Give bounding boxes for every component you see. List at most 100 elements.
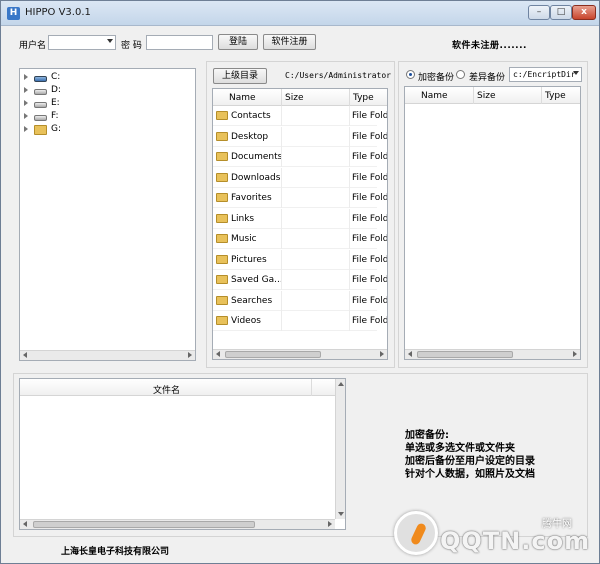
file-name: Desktop — [231, 131, 269, 142]
file-row[interactable]: Music File Folder — [213, 229, 387, 249]
scroll-thumb[interactable] — [33, 521, 255, 528]
app-icon: H — [7, 7, 20, 20]
drive-icon — [34, 89, 47, 95]
drive-tree[interactable]: C: D: E: F: G: — [19, 68, 196, 361]
column-header-name[interactable]: Name — [229, 93, 256, 103]
scroll-right-icon[interactable] — [573, 351, 577, 357]
scroll-right-icon[interactable] — [328, 521, 332, 527]
file-type: File Folder — [352, 172, 388, 183]
scroll-up-icon[interactable] — [338, 382, 344, 386]
selected-files-list[interactable]: 文件名 — [19, 378, 346, 530]
file-row[interactable]: Desktop File Folder — [213, 126, 387, 147]
column-divider — [349, 167, 350, 188]
file-name: Favorites — [231, 193, 272, 203]
column-header-type[interactable]: Type — [353, 93, 374, 103]
scroll-down-icon[interactable] — [338, 512, 344, 516]
window-title: HIPPO V3.0.1 — [25, 7, 91, 18]
target-dir-combo[interactable]: c:/EncriptDir — [509, 67, 582, 82]
scroll-left-icon[interactable] — [408, 351, 412, 357]
registration-status: 软件未注册....... — [452, 41, 527, 51]
scroll-left-icon[interactable] — [216, 351, 220, 357]
scroll-left-icon[interactable] — [23, 521, 27, 527]
folder-icon — [216, 193, 228, 202]
file-name: Links — [231, 213, 255, 224]
column-header-size[interactable]: Size — [285, 93, 303, 103]
scroll-right-icon[interactable] — [380, 351, 384, 357]
drive-icon — [34, 115, 47, 121]
folder-icon — [216, 131, 228, 141]
username-combo[interactable] — [48, 35, 116, 50]
file-type: File Folder — [352, 131, 388, 142]
scroll-thumb[interactable] — [417, 351, 513, 358]
file-name: Searches — [231, 295, 273, 306]
expand-arrow-icon — [24, 126, 28, 132]
folder-icon — [216, 234, 228, 243]
drive-label: F: — [51, 111, 59, 121]
current-path: C:/Users/Administrator — [285, 71, 391, 80]
maximize-button[interactable]: □ — [550, 5, 572, 20]
file-row[interactable]: Pictures File Folder — [213, 249, 387, 270]
watermark-logo-icon — [394, 511, 438, 555]
selected-files-hscrollbar[interactable] — [20, 519, 335, 529]
column-divider — [281, 229, 282, 249]
column-header-filename[interactable]: 文件名 — [153, 383, 180, 396]
folder-icon — [216, 213, 228, 223]
column-divider — [349, 270, 350, 290]
expand-arrow-icon — [24, 74, 28, 80]
file-row[interactable]: Favorites File Folder — [213, 188, 387, 208]
column-divider — [349, 106, 350, 126]
up-directory-button[interactable]: 上级目录 — [213, 68, 267, 84]
column-divider — [349, 208, 350, 229]
drive-label: G: — [51, 124, 62, 134]
file-name: Videos — [231, 316, 261, 326]
column-header-name[interactable]: Name — [421, 91, 448, 101]
file-name: Documents — [231, 152, 283, 162]
file-row[interactable]: Downloads File Folder — [213, 167, 387, 188]
watermark: QQTN.com 腾牛网 — [394, 511, 594, 561]
info-line: 加密后备份至用户设定的目录 — [405, 456, 535, 467]
file-row[interactable]: Searches File Folder — [213, 290, 387, 311]
register-button[interactable]: 软件注册 — [263, 34, 316, 50]
column-header-type[interactable]: Type — [545, 91, 566, 101]
file-list[interactable]: Name Size Type ContactsFile FolderDeskto… — [212, 88, 388, 360]
folder-icon — [216, 111, 228, 120]
column-divider — [281, 106, 282, 126]
username-label: 用户名 — [19, 41, 47, 51]
file-type: File Folder — [352, 111, 388, 121]
scroll-left-icon[interactable] — [23, 352, 27, 358]
login-button[interactable]: 登陆 — [218, 34, 258, 50]
close-button[interactable]: x — [572, 5, 596, 20]
file-list-hscrollbar[interactable] — [213, 349, 387, 359]
scroll-right-icon[interactable] — [188, 352, 192, 358]
column-divider — [349, 147, 350, 167]
password-input[interactable] — [146, 35, 213, 50]
minimize-button[interactable]: – — [528, 5, 550, 20]
column-header-size[interactable]: Size — [477, 91, 495, 101]
backup-list[interactable]: Name Size Type — [404, 86, 581, 360]
file-row[interactable]: Documents File Folder — [213, 147, 387, 167]
radio-diff-backup[interactable] — [456, 70, 465, 79]
radio-encrypt-backup[interactable] — [406, 70, 415, 79]
file-row[interactable]: Contacts File Folder — [213, 106, 387, 126]
drive-label: D: — [51, 85, 61, 95]
tree-hscrollbar[interactable] — [20, 350, 195, 360]
file-row[interactable]: Saved Ga... File Folder — [213, 270, 387, 290]
selected-files-vscrollbar[interactable] — [335, 379, 345, 519]
folder-icon — [216, 172, 228, 182]
file-name: Downloads — [231, 172, 281, 183]
file-name: Saved Ga... — [231, 275, 283, 285]
folder-icon — [216, 254, 228, 264]
file-type: File Folder — [352, 275, 388, 285]
file-row[interactable]: Links File Folder — [213, 208, 387, 229]
encrypt-backup-label: 加密备份 — [418, 73, 455, 83]
file-type: File Folder — [352, 316, 388, 326]
info-line: 针对个人数据，如照片及文档 — [405, 469, 535, 480]
scroll-thumb[interactable] — [225, 351, 321, 358]
file-row[interactable]: Videos File Folder — [213, 311, 387, 331]
folder-icon — [216, 295, 228, 305]
system-drive-icon — [34, 76, 47, 82]
column-divider — [349, 229, 350, 249]
info-line: 加密备份: — [405, 430, 449, 441]
file-type: File Folder — [352, 193, 388, 203]
backup-list-hscrollbar[interactable] — [405, 349, 580, 359]
